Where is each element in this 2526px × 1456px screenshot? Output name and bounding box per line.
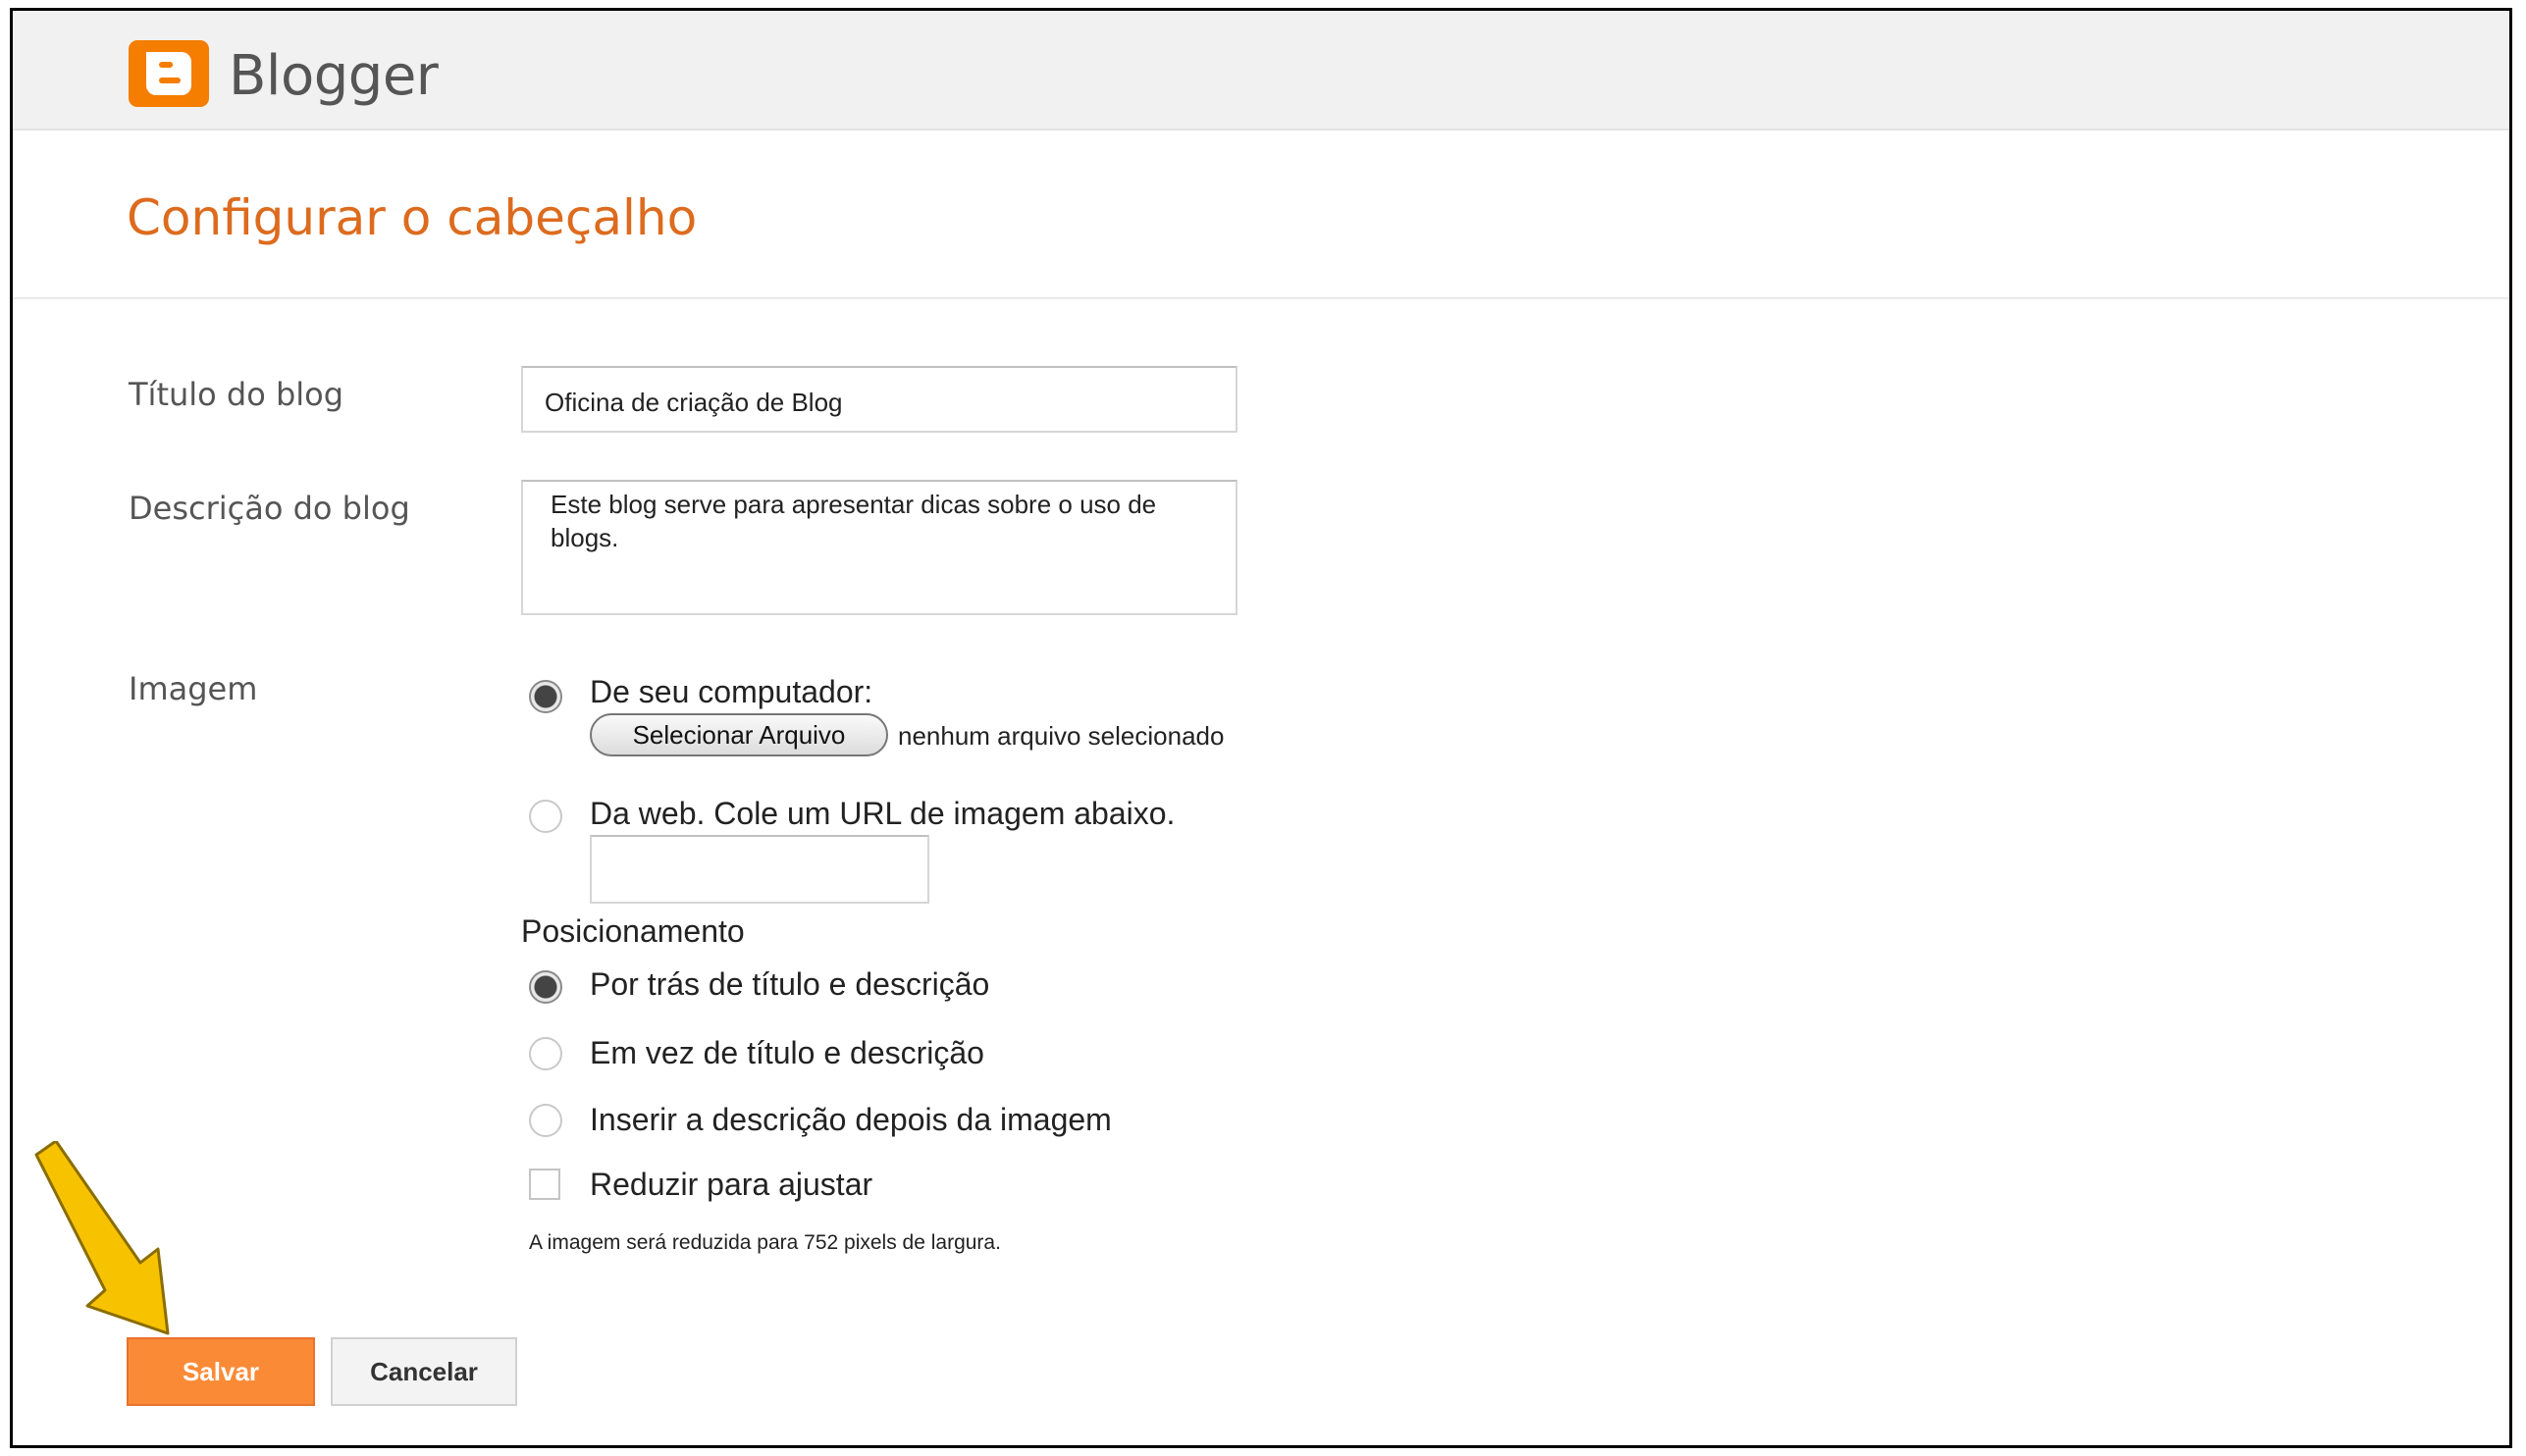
- blog-description-line-1: Este blog serve para apresentar dicas so…: [551, 490, 1157, 519]
- screenshot-frame: Blogger Configurar o cabeçalho Título do…: [10, 8, 2512, 1448]
- select-file-button[interactable]: Selecionar Arquivo: [590, 713, 888, 756]
- option-from-computer-label: De seu computador:: [590, 674, 873, 709]
- blog-description-line-2: blogs.: [551, 523, 619, 552]
- page-title: Configurar o cabeçalho: [127, 189, 698, 246]
- blog-description-textarea[interactable]: Este blog serve para apresentar dicas so…: [521, 480, 1237, 615]
- blog-title-label: Título do blog: [129, 376, 344, 413]
- shrink-to-fit-label: Reduzir para ajustar: [590, 1167, 873, 1202]
- title-bar: Configurar o cabeçalho: [13, 130, 2509, 299]
- positioning-label: Posicionamento: [521, 913, 745, 949]
- arrow-down-right-icon: [34, 1141, 170, 1335]
- cancel-button[interactable]: Cancelar: [331, 1337, 517, 1406]
- shrink-note: A imagem será reduzida para 752 pixels d…: [529, 1231, 1001, 1254]
- brand-name[interactable]: Blogger: [229, 44, 439, 108]
- radio-from-web[interactable]: [529, 800, 562, 833]
- radio-description-after-image[interactable]: [529, 1104, 562, 1137]
- blogger-logo-icon[interactable]: [129, 40, 209, 107]
- top-bar: Blogger: [13, 11, 2509, 130]
- option-behind-title-label: Por trás de título e descrição: [590, 966, 990, 1002]
- radio-from-computer[interactable]: [529, 680, 562, 713]
- file-status-text: nenhum arquivo selecionado: [898, 721, 1225, 751]
- image-label: Imagem: [129, 670, 258, 707]
- shrink-to-fit-checkbox[interactable]: [529, 1169, 560, 1200]
- radio-instead-of-title[interactable]: [529, 1037, 562, 1070]
- image-url-input[interactable]: [590, 835, 929, 904]
- option-description-after-image-label: Inserir a descrição depois da imagem: [590, 1102, 1112, 1137]
- blog-description-label: Descrição do blog: [129, 490, 410, 527]
- save-button[interactable]: Salvar: [127, 1337, 315, 1406]
- blog-title-value: Oficina de criação de Blog: [545, 388, 843, 417]
- option-from-web-label: Da web. Cole um URL de imagem abaixo.: [590, 796, 1176, 831]
- radio-behind-title[interactable]: [529, 970, 562, 1004]
- option-instead-of-title-label: Em vez de título e descrição: [590, 1035, 984, 1070]
- blog-title-input[interactable]: Oficina de criação de Blog: [521, 366, 1237, 433]
